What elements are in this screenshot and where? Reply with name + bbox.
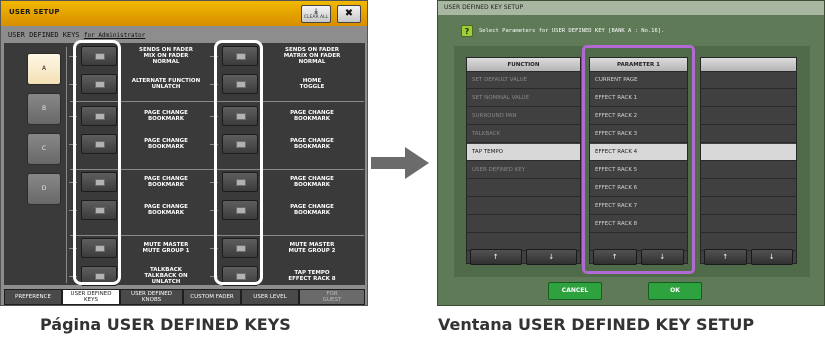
ok-button[interactable]: OK	[648, 282, 702, 300]
column-3-list	[700, 57, 797, 264]
tab-label-line: CUSTOM FADER	[190, 294, 234, 300]
key-label-line: EFFECT RACK 8	[288, 276, 336, 282]
key-right-8-label: TAP TEMPO EFFECT RACK 8	[272, 265, 352, 287]
tab-label-line: KNOBS	[141, 297, 162, 303]
tab-for-guest[interactable]: FOR GUEST	[299, 289, 365, 305]
list-item[interactable]	[701, 180, 796, 197]
tab-label-line: GUEST	[322, 297, 342, 303]
bank-b-button[interactable]: B	[27, 93, 61, 125]
key-left-2-label: ALTERNATE FUNCTION UNLATCH	[126, 73, 206, 95]
key-right-2-label: HOME TOGGLE	[272, 73, 352, 95]
column-3-header	[701, 58, 796, 72]
list-item[interactable]	[701, 198, 796, 215]
list-item[interactable]	[467, 216, 580, 233]
close-button[interactable]: ✖	[337, 5, 361, 23]
cancel-button[interactable]: CANCEL	[548, 282, 602, 300]
column-1-header: FUNCTION	[467, 58, 580, 72]
instruction-text: Select Parameters for USER DEFINED KEY […	[479, 28, 665, 34]
key-left-5-label: PAGE CHANGE BOOKMARK	[126, 171, 206, 193]
list-item[interactable]	[467, 198, 580, 215]
column-1-list: FUNCTION SET DEFAULT VALUE SET NOMINAL VAL…	[466, 57, 581, 264]
parameter-highlight-frame	[582, 45, 695, 274]
clear-all-button[interactable]: ⤓ CLEAR ALL	[301, 5, 331, 23]
key-right-5-label: PAGE CHANGE BOOKMARK	[272, 171, 352, 193]
key-left-1-label: SENDS ON FADER MIX ON FADER NORMAL	[126, 45, 206, 67]
tab-bar: PREFERENCE USER DEFINED KEYS USER DEFINED KN…	[4, 289, 365, 305]
tab-label-line: USER LEVEL	[253, 294, 287, 300]
scroll-down-button[interactable]: ↓	[525, 249, 577, 265]
tab-user-defined-keys[interactable]: USER DEFINED KEYS	[62, 289, 120, 305]
left-keys-highlight	[73, 40, 121, 285]
list-item[interactable]: SET NOMINAL VALUE	[467, 90, 580, 107]
list-item[interactable]	[701, 108, 796, 125]
key-right-1-label: SENDS ON FADER MATRIX ON FADER NORMAL	[272, 45, 352, 67]
key-label-line: TOGGLE	[299, 84, 325, 90]
clear-icon: ⤓	[314, 7, 318, 15]
subtitle: USER DEFINED KEYS for Administrator	[8, 31, 145, 39]
arrow-right-icon	[371, 147, 429, 179]
caption-right: Ventana USER DEFINED KEY SETUP	[438, 315, 755, 334]
key-right-4-label: PAGE CHANGE BOOKMARK	[272, 133, 352, 155]
key-right-3-label: PAGE CHANGE BOOKMARK	[272, 105, 352, 127]
list-item[interactable]: TAP TEMPO	[467, 144, 580, 161]
tab-user-level[interactable]: USER LEVEL	[241, 289, 299, 305]
scroll-down-button[interactable]: ↓	[750, 249, 793, 265]
key-left-3-label: PAGE CHANGE BOOKMARK	[126, 105, 206, 127]
key-label-line: UNLATCH	[151, 279, 181, 286]
scroll-up-button[interactable]: ↑	[470, 249, 522, 265]
list-item[interactable]	[701, 126, 796, 143]
scroll-up-button[interactable]: ↑	[704, 249, 747, 265]
subtitle-text: USER DEFINED KEYS	[8, 31, 80, 39]
keys-area: A B C D SENDS ON FADER MIX ON FADER NORMAL ALTE…	[4, 40, 365, 287]
key-label-line: NORMAL	[298, 59, 326, 66]
column-divider	[66, 47, 67, 283]
bank-a-button[interactable]: A	[27, 53, 61, 85]
list-item[interactable]: TALKBACK	[467, 126, 580, 143]
key-left-7-label: MUTE MASTER MUTE GROUP 1	[126, 237, 206, 259]
tab-preference[interactable]: PREFERENCE	[4, 289, 62, 305]
dialog-title-bar: USER DEFINED KEY SETUP	[438, 1, 824, 15]
title-bar: USER SETUP ⤓ CLEAR ALL ✖	[1, 1, 367, 26]
key-label-line: NORMAL	[152, 59, 180, 66]
tab-label-line: KEYS	[84, 297, 98, 303]
list-item[interactable]	[701, 162, 796, 179]
user-setup-panel: USER SETUP ⤓ CLEAR ALL ✖ USER DEFINED KE…	[0, 0, 368, 306]
caption-left: Página USER DEFINED KEYS	[40, 315, 291, 334]
bank-d-button[interactable]: D	[27, 173, 61, 205]
key-label-line: BOOKMARK	[293, 182, 331, 188]
list-item[interactable]: SURROUND PAN	[467, 108, 580, 125]
list-item[interactable]	[701, 144, 796, 161]
tab-custom-fader[interactable]: CUSTOM FADER	[183, 289, 241, 305]
right-keys-highlight	[214, 40, 263, 285]
list-item[interactable]	[467, 180, 580, 197]
key-right-7-label: MUTE MASTER MUTE GROUP 2	[272, 237, 352, 259]
list-item[interactable]	[701, 90, 796, 107]
key-right-6-label: PAGE CHANGE BOOKMARK	[272, 199, 352, 221]
panel-title: USER SETUP	[9, 8, 60, 16]
tab-label-line: PREFERENCE	[15, 294, 51, 300]
subtitle-for-admin: for Administrator	[83, 32, 146, 39]
key-left-8-label: TALKBACK TALKBACK ON UNLATCH	[126, 265, 206, 287]
key-label-line: BOOKMARK	[147, 210, 185, 216]
list-item[interactable]	[701, 72, 796, 89]
bank-c-button[interactable]: C	[27, 133, 61, 165]
key-label-line: BOOKMARK	[147, 182, 185, 188]
key-label-line: BOOKMARK	[293, 116, 331, 122]
tab-user-defined-knobs[interactable]: USER DEFINED KNOBS	[120, 289, 183, 305]
dialog-title: USER DEFINED KEY SETUP	[444, 4, 524, 11]
key-label-line: BOOKMARK	[147, 116, 185, 122]
list-item[interactable]	[701, 216, 796, 233]
key-left-6-label: PAGE CHANGE BOOKMARK	[126, 199, 206, 221]
key-label-line: BOOKMARK	[147, 144, 185, 150]
key-left-4-label: PAGE CHANGE BOOKMARK	[126, 133, 206, 155]
key-label-line: BOOKMARK	[293, 210, 331, 216]
key-label-line: BOOKMARK	[293, 144, 331, 150]
list-item[interactable]: USER DEFINED KEY	[467, 162, 580, 179]
key-label-line: MUTE GROUP 2	[288, 248, 336, 254]
key-label-line: MUTE GROUP 1	[142, 248, 190, 254]
clear-all-label: CLEAR ALL	[303, 15, 329, 20]
list-item[interactable]: SET DEFAULT VALUE	[467, 72, 580, 89]
key-label-line: UNLATCH	[151, 84, 181, 90]
help-icon: ?	[461, 25, 473, 37]
